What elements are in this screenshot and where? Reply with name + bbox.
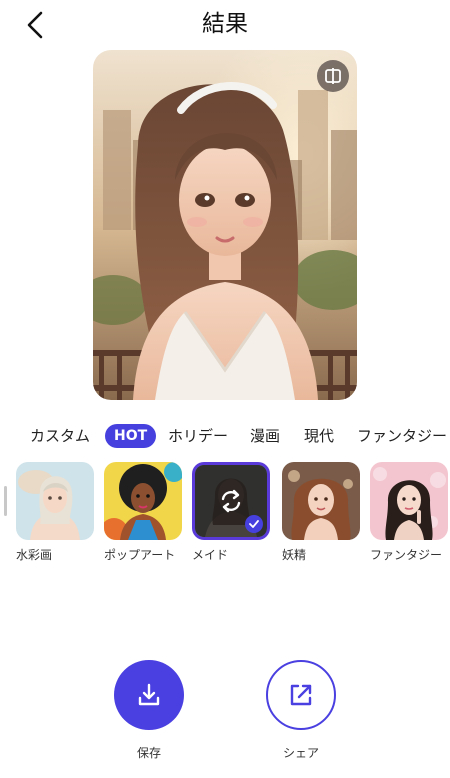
page-title: 結果 xyxy=(202,11,248,37)
style-card-pop-art[interactable]: ポップアート xyxy=(104,462,182,563)
style-card-watercolor[interactable]: 水彩画 xyxy=(16,462,94,563)
tab-modern[interactable]: 現代 xyxy=(304,424,334,448)
tab-custom[interactable]: カスタム xyxy=(30,424,90,448)
save-button[interactable] xyxy=(114,660,184,730)
share-action: シェア xyxy=(261,660,341,761)
style-label: メイド xyxy=(192,548,229,562)
style-label: 妖精 xyxy=(282,548,307,562)
style-thumbnail xyxy=(104,462,182,540)
tab-fantasy[interactable]: ファンタジー xyxy=(357,424,447,448)
style-label: ポップアート xyxy=(104,548,176,562)
style-thumbnail-selected xyxy=(192,462,270,540)
style-thumbnail xyxy=(16,462,94,540)
style-thumbnail xyxy=(370,462,448,540)
selected-check-badge xyxy=(245,515,263,533)
portrait-illustration xyxy=(93,50,357,400)
share-icon xyxy=(290,684,312,706)
compare-icon xyxy=(325,68,341,84)
save-action: 保存 xyxy=(109,660,189,761)
tab-holiday[interactable]: ホリデー xyxy=(168,424,228,448)
compare-button[interactable] xyxy=(317,60,349,92)
share-label: シェア xyxy=(282,746,319,760)
tab-manga[interactable]: 漫画 xyxy=(250,424,280,448)
tab-hot[interactable]: HOT xyxy=(105,424,157,448)
check-icon xyxy=(249,520,259,528)
header: 結果 xyxy=(0,0,450,48)
scroll-indicator xyxy=(4,486,7,516)
style-card-maid[interactable]: メイド xyxy=(192,462,270,563)
save-label: 保存 xyxy=(136,746,161,760)
style-label: ファンタジー xyxy=(370,548,443,562)
style-thumbnail xyxy=(282,462,360,540)
style-label: 水彩画 xyxy=(16,548,53,562)
result-image xyxy=(93,50,357,400)
download-icon xyxy=(138,683,160,706)
category-tabs: カスタム HOT ホリデー 漫画 現代 ファンタジー xyxy=(0,424,450,450)
share-button[interactable] xyxy=(266,660,336,730)
style-card-fantasy[interactable]: ファンタジー xyxy=(370,462,448,563)
style-card-fairy[interactable]: 妖精 xyxy=(282,462,360,563)
regenerate-icon xyxy=(221,489,241,513)
